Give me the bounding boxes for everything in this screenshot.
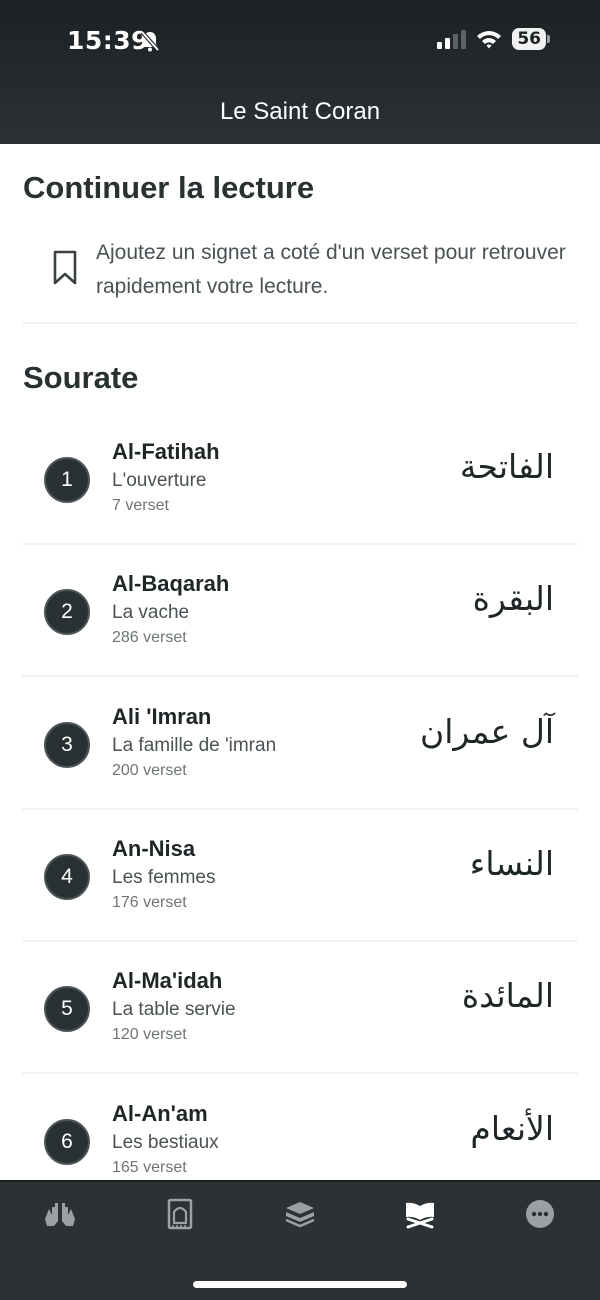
surah-number-badge: 5 [44,986,90,1032]
battery-indicator: 56 [512,28,550,50]
main-content[interactable]: Continuer la lecture Ajoutez un signet a… [0,144,600,1180]
surah-row[interactable]: 1 Al-Fatihah L'ouverture 7 verset الفاتح… [22,417,578,545]
surah-arabic-name: آل عمران [419,712,554,751]
continue-reading-message: Ajoutez un signet a coté d'un verset pou… [96,241,566,298]
surah-row[interactable]: 3 Ali 'Imran La famille de 'imran 200 ve… [22,682,578,810]
surah-row[interactable]: 4 An-Nisa Les femmes 176 verset النساء [22,814,578,942]
surah-number-badge: 1 [44,457,90,503]
tab-quran[interactable] [390,1194,450,1234]
surah-translation: Les femmes [112,867,216,888]
surah-name: Al-An'am [112,1101,208,1126]
status-time: 15:39 [67,26,150,55]
surah-number-badge: 3 [44,722,90,768]
surah-translation: L'ouverture [112,470,207,491]
tab-prayer[interactable] [150,1194,210,1234]
surah-row[interactable]: 2 Al-Baqarah La vache 286 verset البقرة [22,549,578,677]
surah-translation: La famille de 'imran [112,735,277,756]
surah-name: An-Nisa [112,836,196,861]
praying-hands-icon [45,1203,75,1226]
surah-verse-count: 200 verset [112,762,187,779]
book-stack-icon [285,1202,315,1228]
surah-number-badge: 6 [44,1119,90,1165]
quran-icon [406,1202,434,1229]
surah-arabic-name: الفاتحة [459,447,554,486]
more-icon [526,1200,554,1228]
sourates-title: Sourate [23,360,139,395]
surah-row[interactable]: 5 Al-Ma'idah La table servie 120 verset … [22,946,578,1074]
surah-verse-count: 120 verset [112,1026,187,1043]
prayer-mat-icon [167,1198,193,1230]
surah-verse-count: 176 verset [112,894,187,911]
surah-arabic-name: الأنعام [470,1109,554,1148]
surah-translation: La vache [112,602,190,623]
surah-translation: La table servie [112,999,236,1020]
battery-level: 56 [512,28,546,50]
surah-row[interactable]: 6 Al-An'am Les bestiaux 165 verset الأنع… [22,1079,578,1180]
surah-verse-count: 7 verset [112,497,169,514]
page-title: Le Saint Coran [219,98,381,125]
continue-reading-card[interactable]: Ajoutez un signet a coté d'un verset pou… [22,228,578,324]
bookmark-icon [53,250,77,285]
surah-arabic-name: البقرة [472,579,554,618]
tab-duas[interactable] [30,1194,90,1234]
surah-name: Al-Fatihah [112,439,220,464]
surah-number-badge: 2 [44,589,90,635]
tab-learn[interactable] [270,1194,330,1234]
surah-verse-count: 165 verset [112,1159,187,1176]
surah-name: Ali 'Imran [112,704,212,729]
home-indicator[interactable] [193,1281,407,1288]
cell-signal-icon [437,29,467,49]
silent-bell-icon [140,30,160,52]
surah-arabic-name: النساء [469,844,554,883]
top-bar: 15:39 56 Le Saint Coran [0,0,600,144]
surah-name: Al-Baqarah [112,571,230,596]
continue-reading-title: Continuer la lecture [23,170,315,205]
wifi-icon [477,31,502,49]
surah-name: Al-Ma'idah [112,968,223,993]
surah-verse-count: 286 verset [112,629,187,646]
surah-number-badge: 4 [44,854,90,900]
tab-more[interactable] [510,1194,570,1234]
surah-translation: Les bestiaux [112,1132,219,1153]
surah-arabic-name: المائدة [461,976,554,1015]
